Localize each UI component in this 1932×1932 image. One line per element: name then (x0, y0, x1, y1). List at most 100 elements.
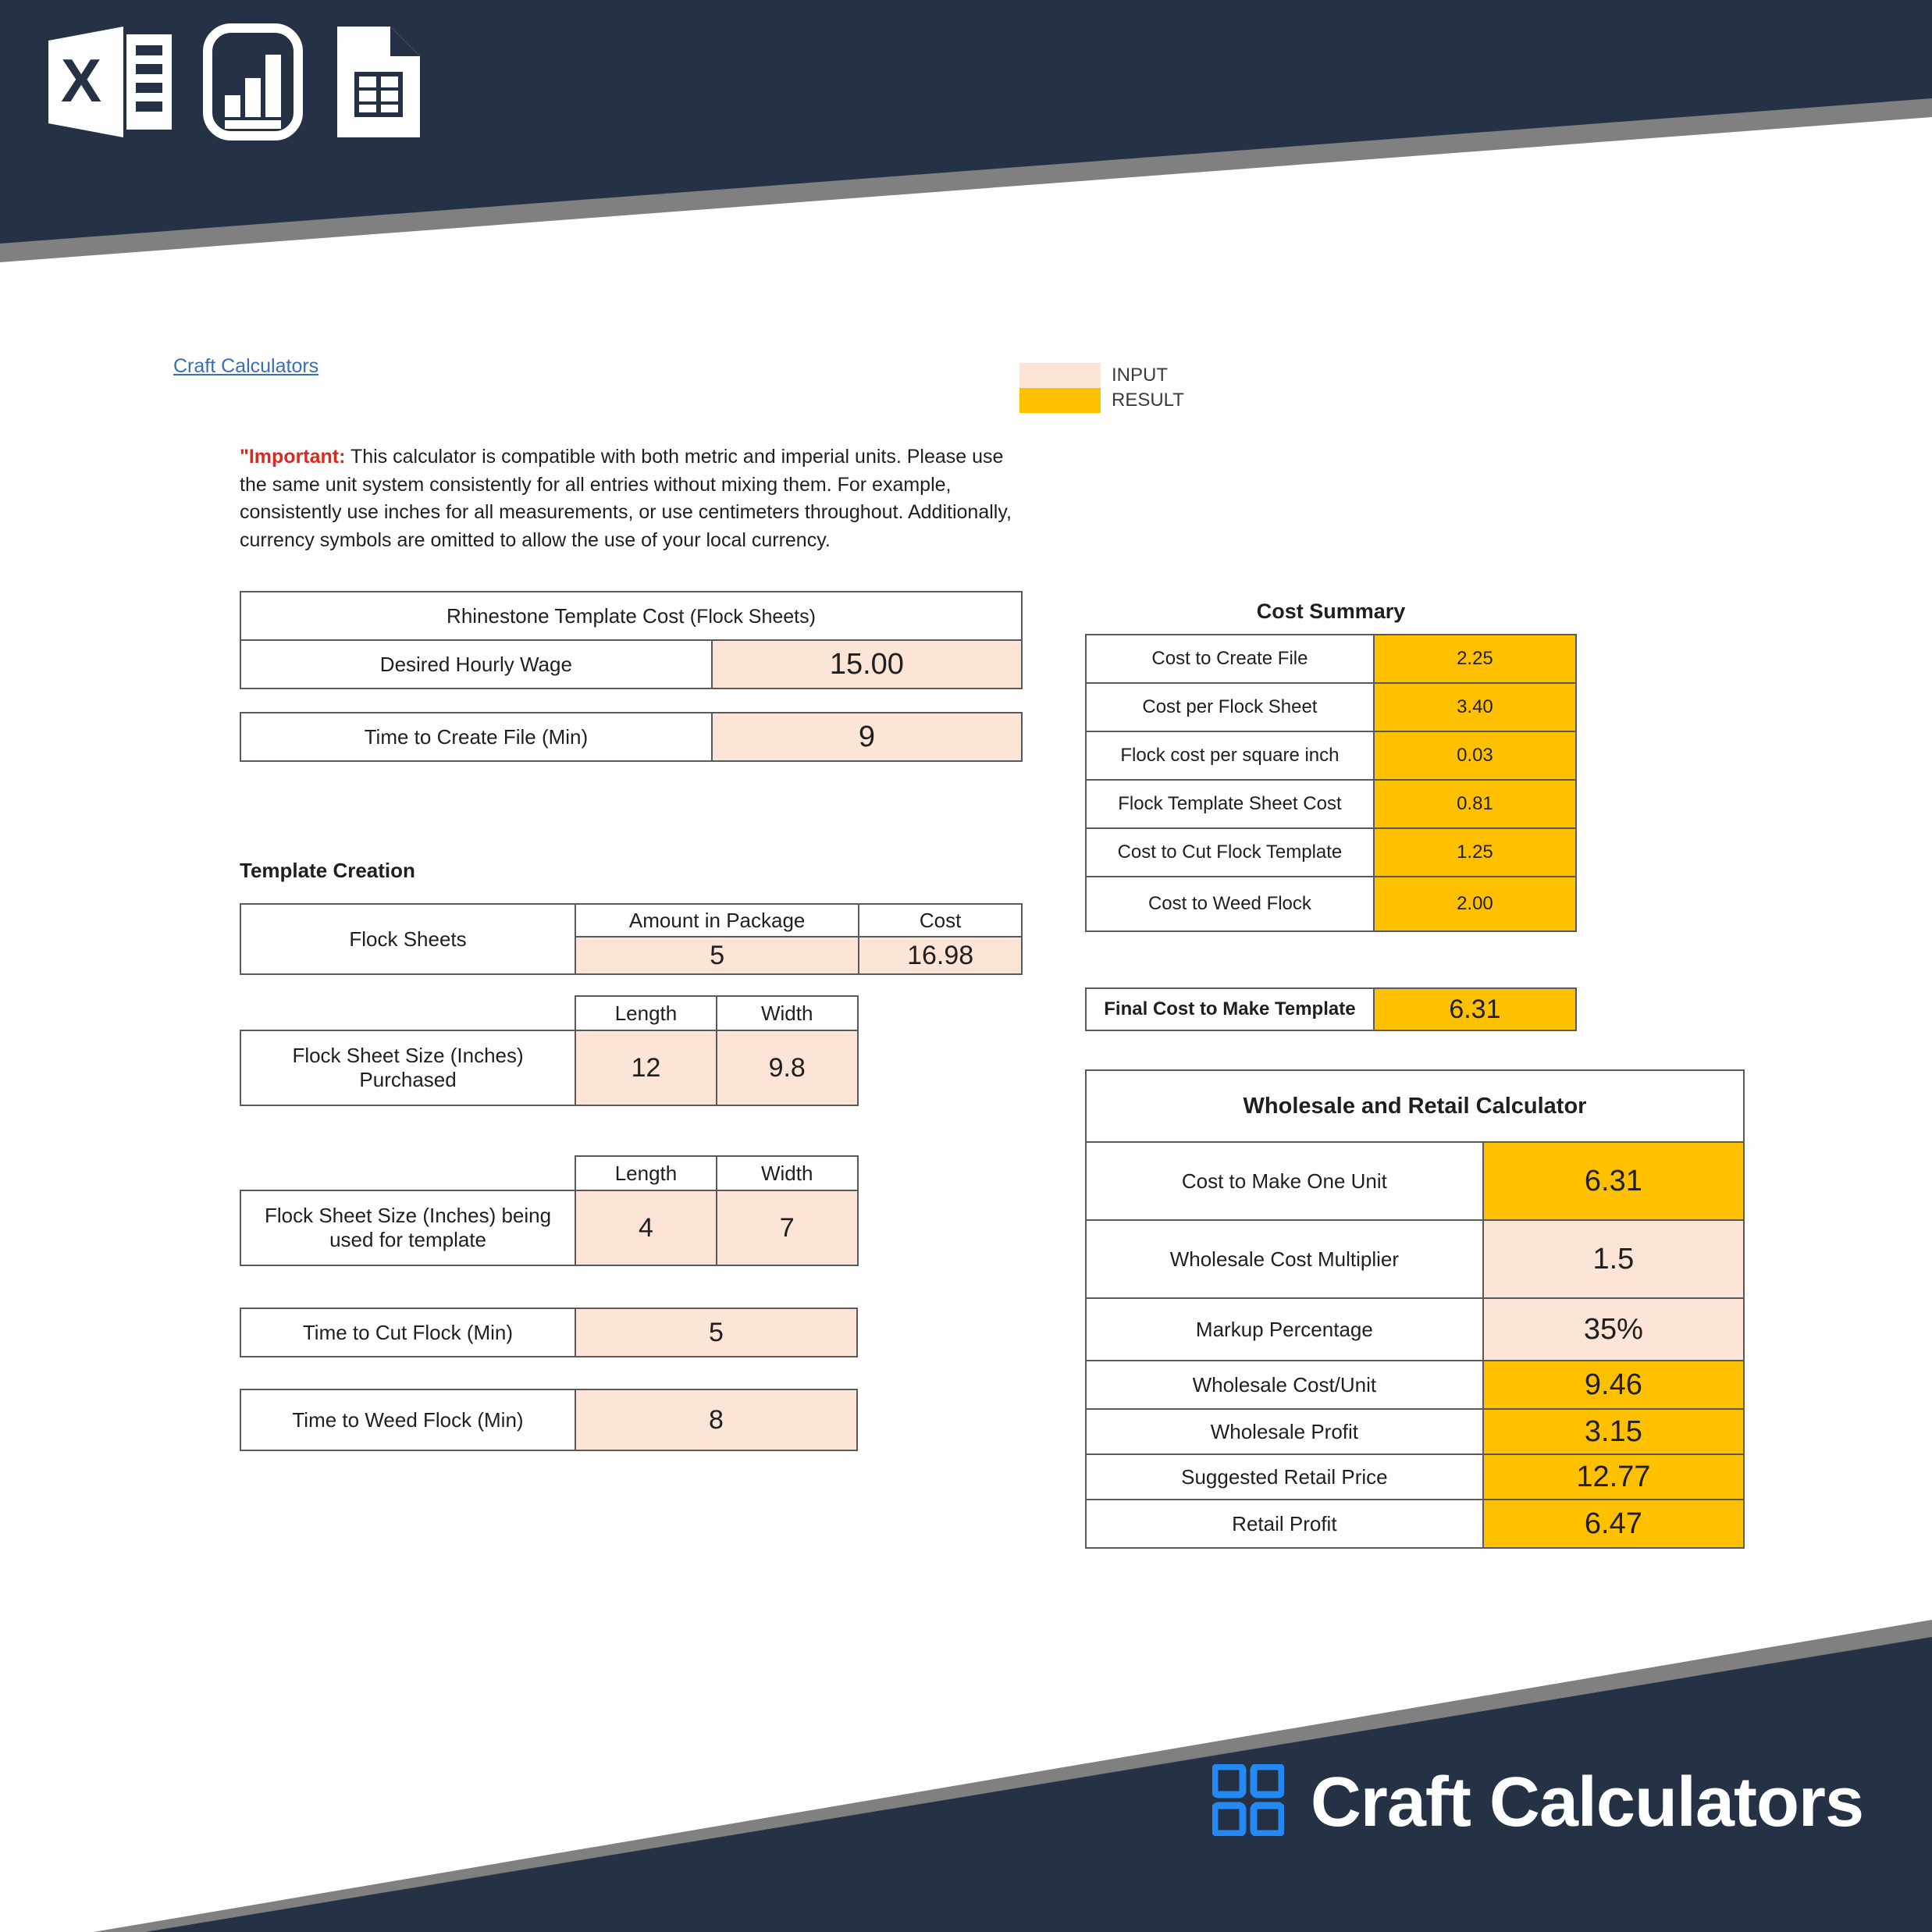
cost-to-make-one-unit-label: Cost to Make One Unit (1085, 1141, 1484, 1221)
table-row: Time to Create File (Min) 9 (240, 712, 1023, 762)
desired-hourly-wage-label: Desired Hourly Wage (240, 639, 713, 689)
cost-to-create-file-value: 2.25 (1372, 634, 1578, 684)
purchased-length-value[interactable]: 12 (575, 1030, 717, 1106)
final-cost-label: Final Cost to Make Template (1085, 987, 1375, 1031)
table-row: Time to Cut Flock (Min) 5 (240, 1308, 859, 1357)
cost-per-flock-sheet-value: 3.40 (1372, 682, 1578, 732)
flock-template-sheet-cost-value: 0.81 (1372, 779, 1578, 829)
time-to-weed-flock-label: Time to Weed Flock (Min) (240, 1389, 576, 1451)
rhinestone-template-cost-table: Rhinestone Template Cost (Flock Sheets) … (240, 591, 1023, 689)
time-to-create-file-label: Time to Create File (Min) (240, 712, 713, 762)
cost-to-make-one-unit-value: 6.31 (1482, 1141, 1745, 1221)
important-note: "Important: This calculator is compatibl… (240, 443, 1012, 554)
empty-cell (858, 996, 1022, 1030)
template-creation-section-label: Template Creation (240, 859, 415, 882)
retail-profit-value: 6.47 (1482, 1499, 1745, 1549)
spreadsheet-document-icon (333, 23, 425, 141)
time-to-cut-flock-value[interactable]: 5 (574, 1308, 859, 1357)
result-color-swatch (1019, 388, 1101, 413)
cost-summary-table: Cost to Create File 2.25 Cost per Flock … (1085, 634, 1578, 932)
desired-hourly-wage-value[interactable]: 15.00 (710, 639, 1023, 689)
table-row: Flock cost per square inch 0.03 (1085, 731, 1578, 781)
cost-per-flock-sheet-label: Cost per Flock Sheet (1085, 682, 1375, 732)
flock-sheet-cost-value[interactable]: 16.98 (858, 936, 1023, 975)
table-row: Wholesale Profit 3.15 (1085, 1408, 1745, 1455)
cost-to-cut-flock-template-value: 1.25 (1372, 827, 1578, 877)
table-row: Final Cost to Make Template 6.31 (1085, 987, 1578, 1031)
time-to-weed-flock-table: Time to Weed Flock (Min) 8 (240, 1389, 859, 1451)
page-root: X Craft Calculators INPUT RESULT "Import… (0, 0, 1932, 1932)
footer-brand: Craft Calculators (1211, 1763, 1864, 1841)
wholesale-retail-title: Wholesale and Retail Calculator (1085, 1069, 1745, 1143)
table-row: Cost to Make One Unit 6.31 (1085, 1141, 1745, 1221)
time-to-create-file-table: Time to Create File (Min) 9 (240, 712, 1023, 762)
table-row: Wholesale and Retail Calculator (1085, 1069, 1745, 1143)
suggested-retail-price-label: Suggested Retail Price (1085, 1453, 1484, 1500)
markup-percentage-value[interactable]: 35% (1482, 1297, 1745, 1361)
color-legend: INPUT RESULT (1019, 363, 1184, 413)
wholesale-cost-multiplier-value[interactable]: 1.5 (1482, 1219, 1745, 1299)
cost-to-weed-flock-value: 2.00 (1372, 876, 1578, 932)
table-row: Wholesale Cost Multiplier 1.5 (1085, 1219, 1745, 1299)
empty-cell (858, 1190, 1022, 1265)
purchased-width-header: Width (715, 995, 859, 1031)
input-color-swatch (1019, 363, 1101, 388)
wholesale-profit-label: Wholesale Profit (1085, 1408, 1484, 1455)
main-table-title-sub: (Flock Sheets) (689, 605, 816, 628)
used-width-value[interactable]: 7 (715, 1190, 859, 1266)
flock-sheet-size-purchased-table: Length Width Flock Sheet Size (Inches) P… (239, 995, 1023, 1106)
time-to-weed-flock-value[interactable]: 8 (574, 1389, 859, 1451)
cost-to-cut-flock-template-label: Cost to Cut Flock Template (1085, 827, 1375, 877)
header-icon-row: X (48, 23, 425, 141)
empty-cell (858, 1030, 1022, 1105)
suggested-retail-price-value: 12.77 (1482, 1453, 1745, 1500)
table-row: Retail Profit 6.47 (1085, 1499, 1745, 1549)
cost-summary-caption: Cost Summary (1256, 600, 1406, 623)
four-squares-grid-icon (1211, 1763, 1286, 1840)
table-row: Cost to Weed Flock 2.00 (1085, 876, 1578, 932)
purchased-width-value[interactable]: 9.8 (715, 1030, 859, 1106)
table-row: Desired Hourly Wage 15.00 (240, 639, 1023, 689)
excel-file-icon: X (48, 23, 173, 141)
table-row: Cost to Create File 2.25 (1085, 634, 1578, 684)
wholesale-retail-calculator-table: Wholesale and Retail Calculator Cost to … (1085, 1069, 1745, 1549)
final-cost-value: 6.31 (1372, 987, 1578, 1031)
legend-row-result: RESULT (1019, 388, 1184, 413)
craft-calculators-link[interactable]: Craft Calculators (173, 355, 318, 378)
amount-in-package-header: Amount in Package (575, 903, 860, 938)
amount-in-package-value[interactable]: 5 (575, 936, 860, 975)
empty-cell (858, 1156, 1022, 1190)
empty-cell (240, 996, 575, 1030)
flock-sheet-size-used-table: Length Width Flock Sheet Size (Inches) b… (239, 1155, 1023, 1266)
table-row: Time to Weed Flock (Min) 8 (240, 1389, 859, 1451)
table-row: Length Width (240, 995, 1022, 1031)
wholesale-cost-multiplier-label: Wholesale Cost Multiplier (1085, 1219, 1484, 1299)
cost-to-weed-flock-label: Cost to Weed Flock (1085, 876, 1375, 932)
legend-row-input: INPUT (1019, 363, 1184, 388)
wholesale-cost-per-unit-label: Wholesale Cost/Unit (1085, 1360, 1484, 1410)
table-row: Markup Percentage 35% (1085, 1297, 1745, 1361)
markup-percentage-label: Markup Percentage (1085, 1297, 1484, 1361)
flock-sheet-size-purchased-label: Flock Sheet Size (Inches) Purchased (239, 1030, 577, 1106)
flock-template-sheet-cost-label: Flock Template Sheet Cost (1085, 779, 1375, 829)
input-legend-label: INPUT (1112, 365, 1168, 386)
table-row: Cost per Flock Sheet 3.40 (1085, 682, 1578, 732)
table-row: Flock Template Sheet Cost 0.81 (1085, 779, 1578, 829)
cost-to-create-file-label: Cost to Create File (1085, 634, 1375, 684)
time-to-cut-flock-table: Time to Cut Flock (Min) 5 (240, 1308, 859, 1357)
table-row: Length Width (240, 1155, 1022, 1191)
brand-name: Craft Calculators (1310, 1763, 1864, 1841)
table-row: Flock Sheet Size (Inches) being used for… (239, 1190, 1022, 1266)
important-note-label: "Important: (240, 446, 346, 468)
main-table-title: Rhinestone Template Cost (Flock Sheets) (240, 591, 1023, 641)
table-row: Rhinestone Template Cost (Flock Sheets) (240, 591, 1023, 641)
used-length-value[interactable]: 4 (575, 1190, 717, 1266)
spreadsheet-content: Craft Calculators INPUT RESULT "Importan… (0, 0, 1932, 1932)
bar-chart-icon (203, 23, 303, 141)
used-width-header: Width (715, 1155, 859, 1191)
flock-sheets-label: Flock Sheets (239, 903, 577, 975)
flock-sheets-table: Flock Sheets Amount in Package Cost 5 16… (239, 903, 1023, 975)
flock-cost-per-square-inch-value: 0.03 (1372, 731, 1578, 781)
time-to-create-file-value[interactable]: 9 (710, 712, 1023, 762)
table-row: Cost to Cut Flock Template 1.25 (1085, 827, 1578, 877)
